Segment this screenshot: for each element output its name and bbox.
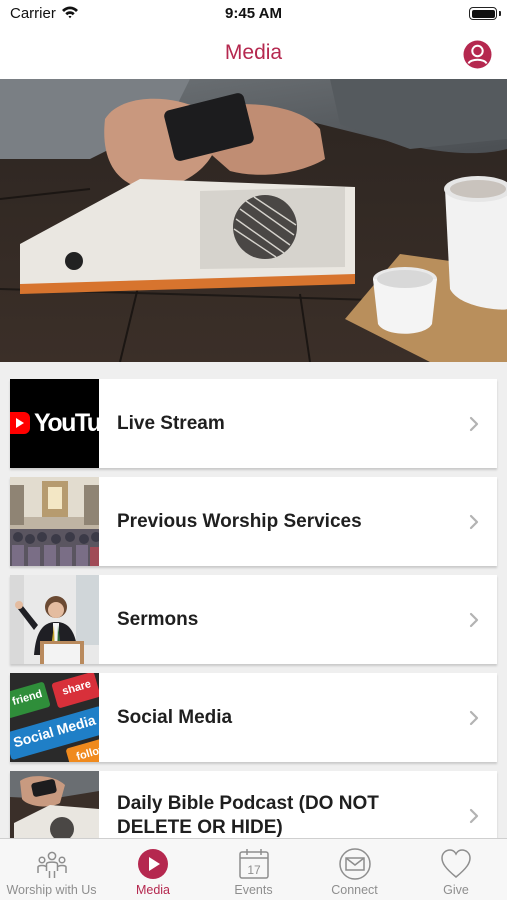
list-item-label: Sermons <box>117 608 199 630</box>
status-bar: Carrier 9:45 AM <box>0 0 507 28</box>
list-item-sermons[interactable]: Sermons <box>10 575 497 664</box>
youtube-thumb-text: YouTube <box>34 409 99 437</box>
list-item-label: Previous Worship Services <box>117 510 362 532</box>
heart-icon <box>441 849 471 878</box>
tab-label: Worship with Us <box>6 883 97 897</box>
chevron-right-icon <box>469 612 479 628</box>
list-item-social-media[interactable]: friend share Social Media follow Social … <box>10 673 497 762</box>
list-item-label: Social Media <box>117 706 233 728</box>
chevron-right-icon <box>469 416 479 432</box>
phone-on-table-photo <box>0 79 507 362</box>
tab-label: Media <box>135 883 171 897</box>
tab-worship-with-us[interactable]: Worship with Us <box>0 839 103 900</box>
navigation-bar: Media <box>0 28 507 79</box>
tab-bar: Worship with Us Media 17 Events Connect <box>0 838 507 900</box>
battery-tip <box>499 11 501 16</box>
people-icon <box>36 851 67 878</box>
church-congregation-thumbnail <box>10 477 99 566</box>
list-item-label: Live Stream <box>117 412 225 434</box>
podcast-thumbnail <box>10 771 99 838</box>
calendar-icon: 17 <box>238 849 269 879</box>
youtube-thumbnail: YouTube <box>10 379 99 468</box>
social-media-keys-thumbnail: friend share Social Media follow <box>10 673 99 762</box>
calendar-date-text: 17 <box>247 863 261 877</box>
list-item-previous-worship-services[interactable]: Previous Worship Services <box>10 477 497 566</box>
media-list: YouTube Live Stream <box>0 362 507 838</box>
chevron-right-icon <box>469 514 479 530</box>
list-item-label: Daily Bible Podcast (DO NOT DELETE OR HI… <box>117 792 379 838</box>
page-title: Media <box>224 41 283 64</box>
tab-give[interactable]: Give <box>405 839 507 900</box>
tab-label: Events <box>234 883 273 897</box>
list-item-live-stream[interactable]: YouTube Live Stream <box>10 379 497 468</box>
tab-events[interactable]: 17 Events <box>203 839 304 900</box>
envelope-circle-icon <box>338 848 371 880</box>
tab-media[interactable]: Media <box>103 839 203 900</box>
status-time: 9:45 AM <box>225 5 282 22</box>
tab-label: Give <box>443 883 469 897</box>
hero-image <box>0 79 507 362</box>
list-item-daily-bible-podcast[interactable]: Daily Bible Podcast (DO NOT DELETE OR HI… <box>10 771 497 838</box>
battery-icon <box>469 7 497 20</box>
play-circle-icon <box>138 849 168 879</box>
pastor-preaching-thumbnail <box>10 575 99 664</box>
chevron-right-icon <box>469 808 479 824</box>
tab-connect[interactable]: Connect <box>304 839 405 900</box>
chevron-right-icon <box>469 710 479 726</box>
tab-label: Connect <box>331 883 378 897</box>
person-circle-icon[interactable] <box>463 40 492 69</box>
